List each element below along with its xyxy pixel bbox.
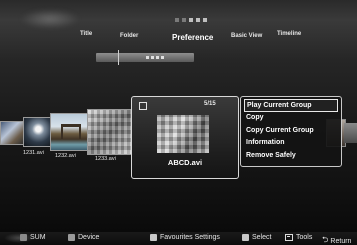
menu-item-information[interactable]: Information [244,137,338,150]
blurred-title [20,9,80,29]
thumbnail-label-1233: 1233.avi [95,156,116,162]
footer-sum-label: SUM [30,234,46,241]
focused-item-name: ABCD.avi [167,158,203,167]
tab-basic-view[interactable]: Basic View [231,33,262,39]
menu-item-copy-current-group[interactable]: Copy Current Group [244,125,338,138]
tab-folder[interactable]: Folder [120,33,138,39]
thumbnail-label-1231: 1231.avi [23,150,44,156]
thumbnail-0[interactable] [0,121,25,145]
thumbnail-1231[interactable] [23,117,51,147]
footer-sum[interactable]: SUM [20,234,46,241]
footer-device-label: Device [78,234,100,241]
footer-tools[interactable]: Tools [285,234,312,241]
footer-favourites-settings[interactable]: Favourites Settings [150,234,220,241]
favourites-button-icon [150,234,157,241]
gazebo-shape [61,124,81,139]
tab-preference[interactable]: Preference [172,33,213,42]
sort-preference-bar[interactable] [96,50,194,65]
thumbnail-1233[interactable] [87,109,133,155]
menu-item-play-current-group[interactable]: Play Current Group [244,99,338,112]
return-icon: ⮌ [322,235,329,244]
sort-dots [146,56,164,59]
select-checkbox[interactable] [139,102,147,110]
select-button-icon [242,234,249,241]
thumbnail-1232[interactable] [50,113,88,151]
device-icon [68,234,75,241]
tools-context-menu: Play Current Group Copy Copy Current Gro… [240,96,342,167]
view-tabs: Title Folder Preference Basic View Timel… [0,31,357,45]
sum-icon [20,234,27,241]
footer-tools-label: Tools [296,234,313,241]
focused-item-card[interactable]: 5/15 ABCD.avi [131,96,239,179]
menu-item-remove-safely[interactable]: Remove Safely [244,150,338,163]
thumbnail-label-1232: 1232.avi [55,153,76,159]
item-counter: 5/15 [204,101,216,107]
tools-icon [285,234,293,241]
footer-favourites-label: Favourites Settings [160,234,220,241]
footer-bar: SUM Device Favourites Settings Select To… [0,232,357,245]
sort-marker [118,50,119,65]
focused-item-preview [157,115,209,153]
footer-return-label: Return [330,237,352,245]
tab-timeline[interactable]: Timeline [277,31,301,37]
footer-select[interactable]: Select [242,234,271,241]
footer-return[interactable]: ⮌ Return [322,234,351,245]
page-indicator [175,18,207,22]
footer-select-label: Select [252,234,272,241]
thumbnail-next-2[interactable] [344,123,357,143]
tab-title[interactable]: Title [80,31,92,37]
footer-device[interactable]: Device [68,234,99,241]
media-browser-screen: Title Folder Preference Basic View Timel… [0,0,357,245]
menu-item-copy[interactable]: Copy [244,112,338,125]
